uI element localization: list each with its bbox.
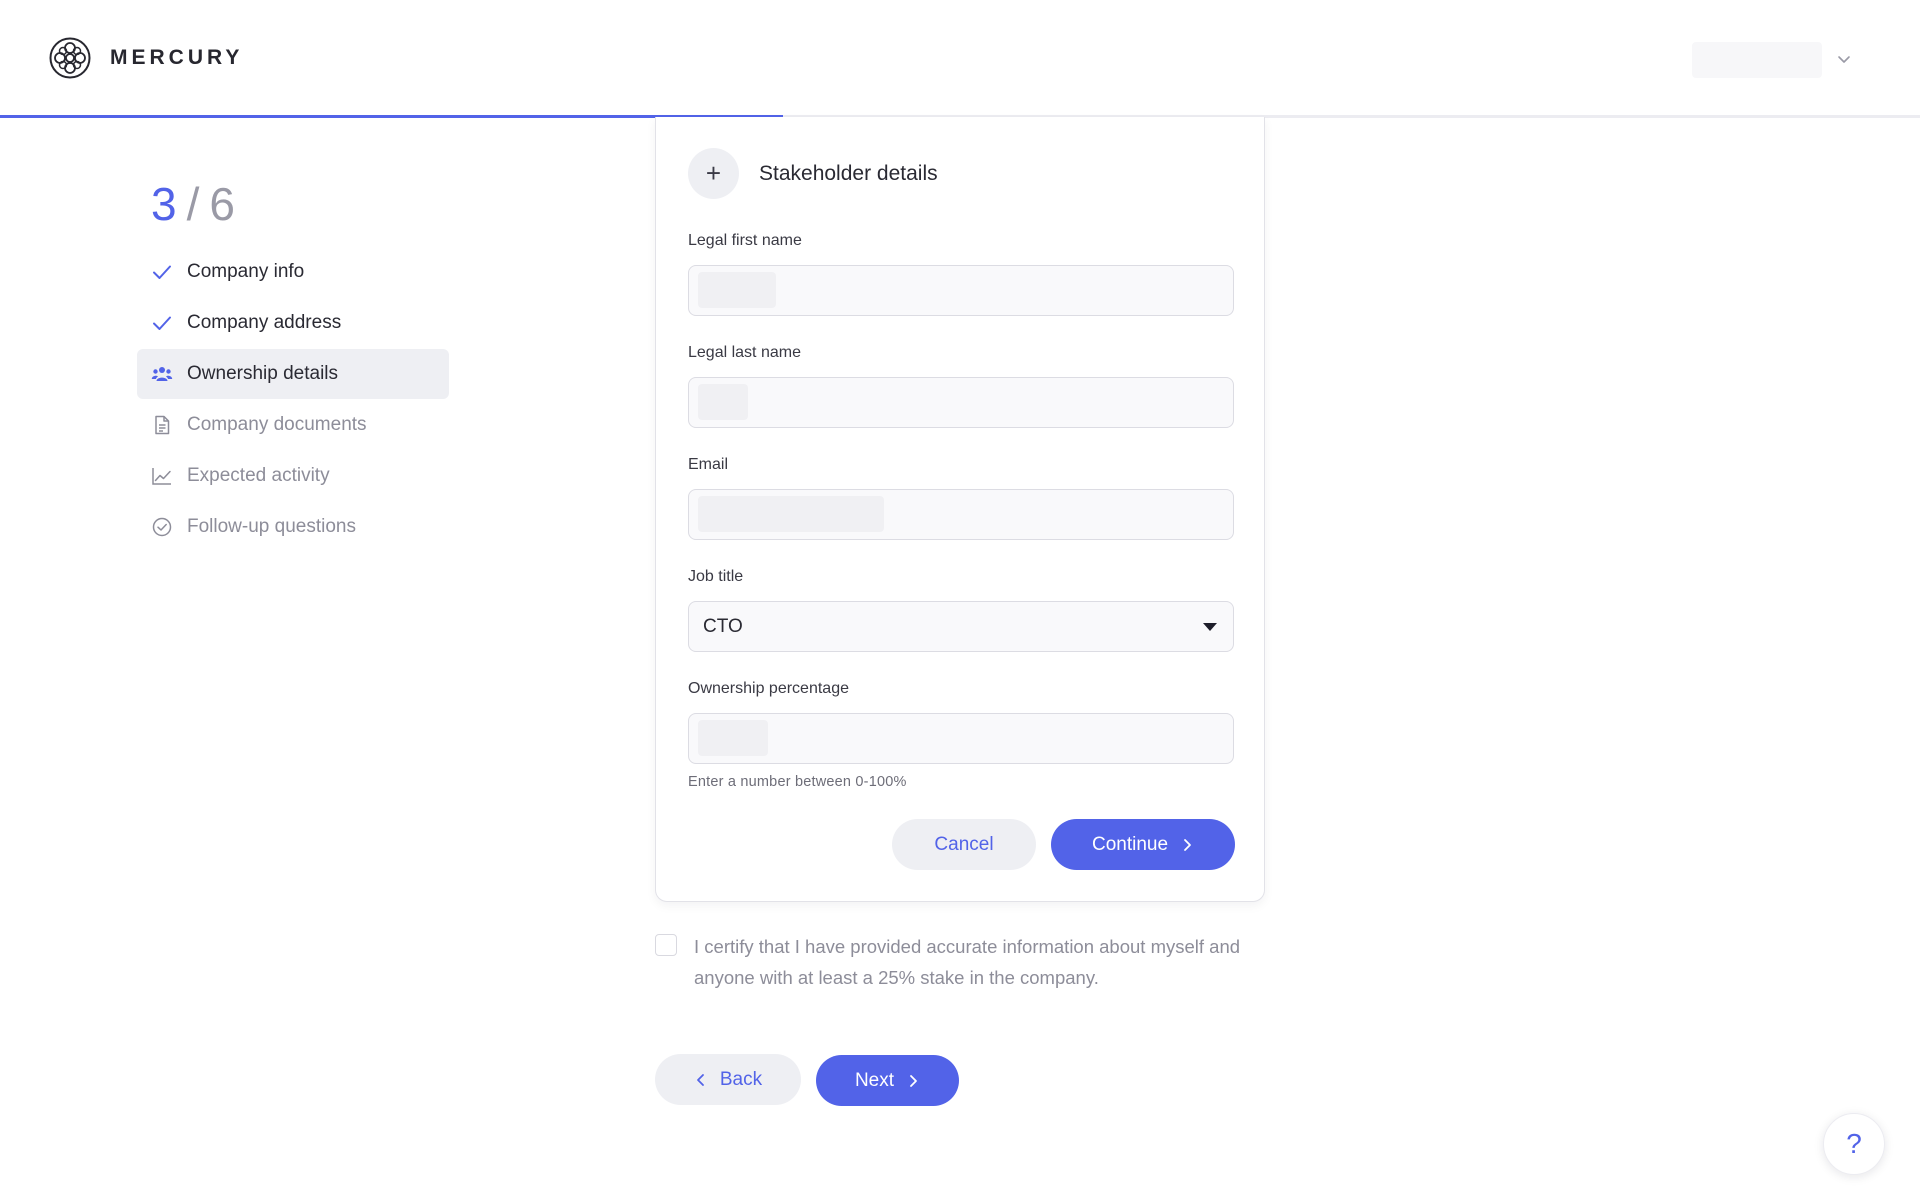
step-ownership-details[interactable]: Ownership details bbox=[137, 349, 449, 399]
step-company-address[interactable]: Company address bbox=[137, 298, 449, 348]
field-label: Legal last name bbox=[688, 344, 801, 361]
card-title: Stakeholder details bbox=[759, 161, 938, 185]
email-field-group: Email bbox=[688, 455, 1234, 540]
cancel-button[interactable]: Cancel bbox=[892, 819, 1036, 870]
top-header: MERCURY bbox=[0, 0, 1920, 118]
last-name-input[interactable] bbox=[688, 377, 1234, 428]
first-name-field-group: Legal first name bbox=[688, 231, 1234, 316]
step-counter: 3 / 6 bbox=[151, 176, 235, 232]
field-label: Email bbox=[688, 456, 729, 473]
step-label: Expected activity bbox=[187, 465, 330, 486]
continue-button[interactable]: Continue bbox=[1051, 819, 1235, 870]
people-icon bbox=[151, 367, 173, 381]
step-separator: / bbox=[186, 178, 200, 230]
onboarding-page: MERCURY 3 / 6 Company info Company addre… bbox=[0, 0, 1920, 1200]
job-title-field-group: Job title CTO bbox=[688, 567, 1234, 652]
add-stakeholder-button[interactable]: + bbox=[688, 148, 739, 199]
plus-icon: + bbox=[705, 158, 722, 188]
step-company-info[interactable]: Company info bbox=[137, 247, 449, 297]
check-icon bbox=[153, 316, 171, 330]
email-input[interactable] bbox=[688, 489, 1234, 540]
field-label: Ownership percentage bbox=[688, 680, 849, 697]
last-name-field-group: Legal last name bbox=[688, 343, 1234, 428]
brand-logo[interactable]: MERCURY bbox=[49, 37, 243, 79]
certify-row: I certify that I have provided accurate … bbox=[655, 931, 1265, 993]
redacted-value bbox=[698, 384, 748, 420]
card-header: + Stakeholder details bbox=[688, 148, 938, 199]
step-total: 6 bbox=[209, 178, 235, 230]
mercury-logo-icon bbox=[49, 37, 91, 79]
step-expected-activity[interactable]: Expected activity bbox=[137, 451, 449, 501]
stakeholder-card: + Stakeholder details Legal first name L… bbox=[655, 117, 1265, 902]
chevron-down-icon bbox=[1838, 56, 1850, 63]
redacted-value bbox=[698, 272, 776, 308]
next-button[interactable]: Next bbox=[816, 1055, 959, 1106]
step-list: Company info Company address Ownership d… bbox=[137, 247, 449, 553]
job-title-select[interactable]: CTO bbox=[688, 601, 1234, 652]
step-label: Company info bbox=[187, 261, 305, 282]
user-menu[interactable] bbox=[1692, 40, 1852, 78]
step-label: Company documents bbox=[187, 414, 367, 435]
redacted-value bbox=[698, 720, 768, 756]
button-label: Continue bbox=[1091, 833, 1169, 855]
user-name-redacted bbox=[1692, 42, 1822, 78]
brand-name: MERCURY bbox=[110, 46, 244, 69]
step-current: 3 bbox=[151, 178, 177, 230]
caret-down-icon bbox=[1203, 622, 1217, 631]
select-value: CTO bbox=[703, 615, 743, 637]
step-label: Follow-up questions bbox=[187, 516, 356, 537]
field-label: Job title bbox=[688, 568, 744, 585]
button-label: Cancel bbox=[934, 833, 994, 855]
ownership-hint: Enter a number between 0-100% bbox=[688, 774, 907, 790]
button-label: Next bbox=[854, 1069, 895, 1091]
line-chart-icon bbox=[152, 468, 171, 485]
question-icon: ? bbox=[1846, 1128, 1862, 1159]
ownership-field-group: Ownership percentage Enter a number betw… bbox=[688, 679, 1234, 790]
chevron-left-icon bbox=[696, 1073, 704, 1086]
back-button[interactable]: Back bbox=[655, 1054, 801, 1105]
redacted-value bbox=[698, 496, 884, 532]
certify-checkbox[interactable] bbox=[655, 934, 677, 956]
first-name-input[interactable] bbox=[688, 265, 1234, 316]
check-icon bbox=[153, 265, 171, 279]
field-label: Legal first name bbox=[688, 232, 802, 249]
step-label: Company address bbox=[187, 312, 342, 333]
help-button[interactable]: ? bbox=[1823, 1113, 1885, 1175]
chevron-right-icon bbox=[910, 1074, 917, 1087]
chevron-right-icon bbox=[1184, 838, 1191, 851]
step-follow-up-questions[interactable]: Follow-up questions bbox=[137, 502, 449, 552]
step-company-documents[interactable]: Company documents bbox=[137, 400, 449, 450]
certify-text: I certify that I have provided accurate … bbox=[694, 936, 1241, 988]
step-label: Ownership details bbox=[187, 363, 339, 384]
check-circle-icon bbox=[152, 517, 172, 537]
ownership-percentage-input[interactable] bbox=[688, 713, 1234, 764]
button-label: Back bbox=[719, 1068, 763, 1090]
document-icon bbox=[155, 415, 170, 435]
